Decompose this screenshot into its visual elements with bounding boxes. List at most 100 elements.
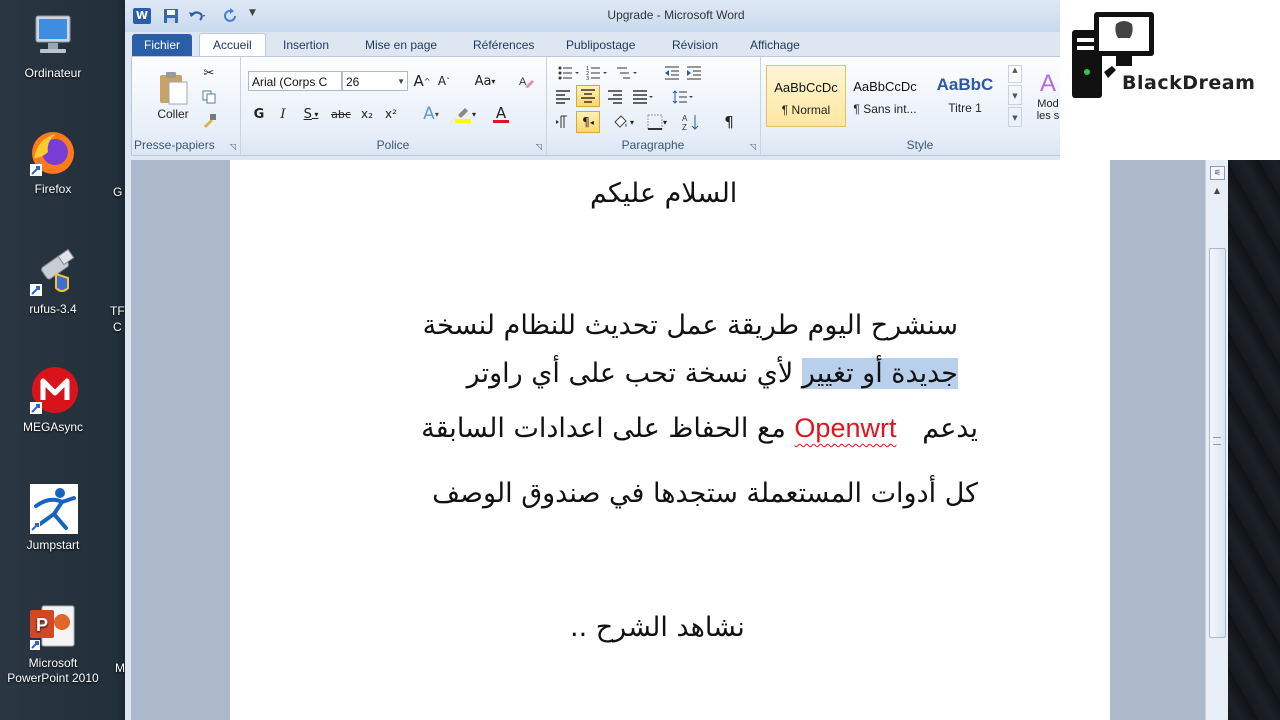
tab-fichier[interactable]: Fichier <box>132 34 193 56</box>
format-painter-icon[interactable] <box>198 111 220 131</box>
sort-icon[interactable]: AZ <box>680 111 702 133</box>
font-dialog-launcher-icon[interactable]: ◹ <box>536 142 542 151</box>
clipboard-group-label: Presse-papiers <box>134 138 215 152</box>
highlight-color-button[interactable]: ▾ <box>450 103 480 125</box>
align-right-icon[interactable] <box>604 87 626 107</box>
underline-button[interactable]: S ▾ <box>296 103 326 125</box>
change-case-button[interactable]: Aa ▾ <box>470 71 500 91</box>
font-color-button[interactable]: A <box>486 103 516 125</box>
styles-scroll-down-icon[interactable]: ▼ <box>1008 85 1022 105</box>
desktop-icon-computer[interactable]: Ordinateur <box>0 12 106 81</box>
document-area: السلام عليكم سنشرح اليوم طريقة عمل تحديث… <box>131 160 1205 720</box>
tab-insertion[interactable]: Insertion <box>275 34 337 56</box>
clipboard-dialog-launcher-icon[interactable]: ◹ <box>230 142 236 151</box>
paste-label: Coller <box>157 107 189 121</box>
document-line-6[interactable]: نشاهد الشرح .. <box>570 612 745 643</box>
tab-accueil[interactable]: Accueil <box>199 33 266 57</box>
document-line-2[interactable]: سنشرح اليوم طريقة عمل تحديث للنظام لنسخة <box>378 310 958 341</box>
subscript-button[interactable]: x₂ <box>356 103 378 125</box>
align-center-icon[interactable] <box>576 85 600 107</box>
chevron-down-icon: ▼ <box>397 77 405 86</box>
desktop-icon-rufus[interactable]: rufus-3.4 <box>0 248 106 317</box>
style-sample: AaBbC <box>936 75 994 94</box>
grow-font-button[interactable]: A ^ <box>412 71 432 91</box>
scrollbar-thumb[interactable] <box>1209 248 1226 638</box>
rtl-direction-button[interactable]: ¶ ◂ <box>576 111 600 133</box>
document-line-4[interactable]: يدعم Openwrt مع الحفاظ على اعدادات الساب… <box>358 413 978 444</box>
usb-drive-icon <box>28 248 78 298</box>
powerpoint-icon: P <box>28 602 78 652</box>
multilevel-list-icon[interactable] <box>614 63 640 83</box>
line-spacing-icon[interactable] <box>670 87 696 107</box>
svg-text:3: 3 <box>586 76 589 80</box>
align-left-icon[interactable] <box>552 87 574 107</box>
shading-icon[interactable]: ▾ <box>608 111 638 133</box>
show-formatting-marks-button[interactable]: ¶ <box>718 111 740 133</box>
bold-button[interactable]: G <box>248 103 270 125</box>
selected-text[interactable]: جديدة أو تغيير <box>801 358 958 389</box>
scroll-up-icon[interactable]: ▲ <box>1210 186 1224 195</box>
ltr-direction-icon[interactable] <box>552 111 574 133</box>
blackdream-logo: BlackDream <box>1060 0 1280 160</box>
logo-text: BlackDream <box>1122 72 1256 94</box>
desktop-partial-label: M <box>115 661 125 675</box>
borders-icon[interactable]: ▾ <box>642 111 672 133</box>
paragraph-group-label: Paragraphe <box>621 138 685 152</box>
style-name: Titre 1 <box>948 101 982 115</box>
numbering-icon[interactable]: 123 <box>584 63 610 83</box>
styles-scroll-up-icon[interactable]: ▲ <box>1008 65 1022 83</box>
document-page[interactable]: السلام عليكم سنشرح اليوم طريقة عمل تحديث… <box>230 160 1110 720</box>
shrink-font-button[interactable]: Aˇ <box>434 71 454 91</box>
vertical-scrollbar[interactable]: ⚟ ▲ <box>1205 160 1228 720</box>
document-line-3-rest: لأي نسخة تحب على أي راوتر <box>466 358 794 389</box>
style-no-spacing[interactable]: AaBbCcDc ¶ Sans int... <box>846 65 924 125</box>
styles-group-label: Style <box>906 138 934 152</box>
paste-button[interactable]: Coller <box>150 63 196 129</box>
copy-icon[interactable] <box>198 87 220 107</box>
italic-button[interactable]: I <box>272 103 294 125</box>
styles-more-icon[interactable]: ▼ <box>1008 107 1022 127</box>
clipboard-group: Coller ✂ Presse-papiers ◹ <box>132 57 241 155</box>
document-line-5[interactable]: كل أدوات المستعملة ستجدها في صندوق الوصف <box>358 478 978 509</box>
document-line-3[interactable]: جديدة أو تغيير لأي نسخة تحب على أي راوتر <box>378 358 958 389</box>
tab-mise-en-page[interactable]: Mise en page <box>357 34 445 56</box>
font-size-value: 26 <box>346 75 360 89</box>
desktop-icon-firefox[interactable]: Firefox <box>0 128 106 197</box>
bullets-icon[interactable] <box>556 63 582 83</box>
justify-icon[interactable] <box>630 87 656 107</box>
mega-icon <box>28 366 78 416</box>
style-heading-1[interactable]: AaBbC Titre 1 <box>926 65 1004 125</box>
change-styles-icon: A <box>1039 70 1056 97</box>
tab-revision[interactable]: Révision <box>664 34 726 56</box>
clear-formatting-icon[interactable]: A <box>516 71 536 91</box>
tab-affichage[interactable]: Affichage <box>742 34 808 56</box>
font-group-label: Police <box>376 138 410 152</box>
desktop-icon-megasync[interactable]: MEGAsync <box>0 366 106 435</box>
font-name-combo[interactable]: Arial (Corps C <box>248 71 342 91</box>
svg-text:A: A <box>682 114 688 123</box>
tab-publipostage[interactable]: Publipostage <box>558 34 643 56</box>
style-sample: AaBbCcDc <box>853 79 917 94</box>
style-sample: AaBbCcDc <box>774 80 838 95</box>
text-effects-button[interactable]: A ▾ <box>416 103 446 125</box>
desktop-icon-jumpstart[interactable]: Jumpstart <box>0 484 106 553</box>
desktop-partial-label: C <box>113 320 122 334</box>
paragraph-dialog-launcher-icon[interactable]: ◹ <box>750 142 756 151</box>
document-line-greeting[interactable]: السلام عليكم <box>590 178 737 209</box>
highlighter-icon <box>454 108 471 123</box>
svg-text:P: P <box>36 615 48 635</box>
style-normal[interactable]: AaBbCcDc ¶ Normal <box>766 65 846 127</box>
jumpstart-icon <box>28 484 78 534</box>
paragraph-group: 123 ¶ ◂ ▾ ▾ A Z ¶ Paragraphe ◹ <box>546 57 761 155</box>
ruler-toggle-icon[interactable]: ⚟ <box>1210 166 1225 180</box>
increase-indent-icon[interactable] <box>684 63 704 83</box>
grip-icon <box>1213 437 1221 445</box>
font-size-combo[interactable]: 26 ▼ <box>342 71 408 91</box>
style-name: ¶ Normal <box>781 103 831 117</box>
tab-references[interactable]: Références <box>465 34 542 56</box>
decrease-indent-icon[interactable] <box>662 63 682 83</box>
superscript-button[interactable]: x² <box>380 103 402 125</box>
strikethrough-button[interactable]: abc <box>328 103 354 125</box>
cut-icon[interactable]: ✂ <box>198 63 220 83</box>
desktop-icon-powerpoint[interactable]: P Microsoft PowerPoint 2010 <box>0 602 106 686</box>
